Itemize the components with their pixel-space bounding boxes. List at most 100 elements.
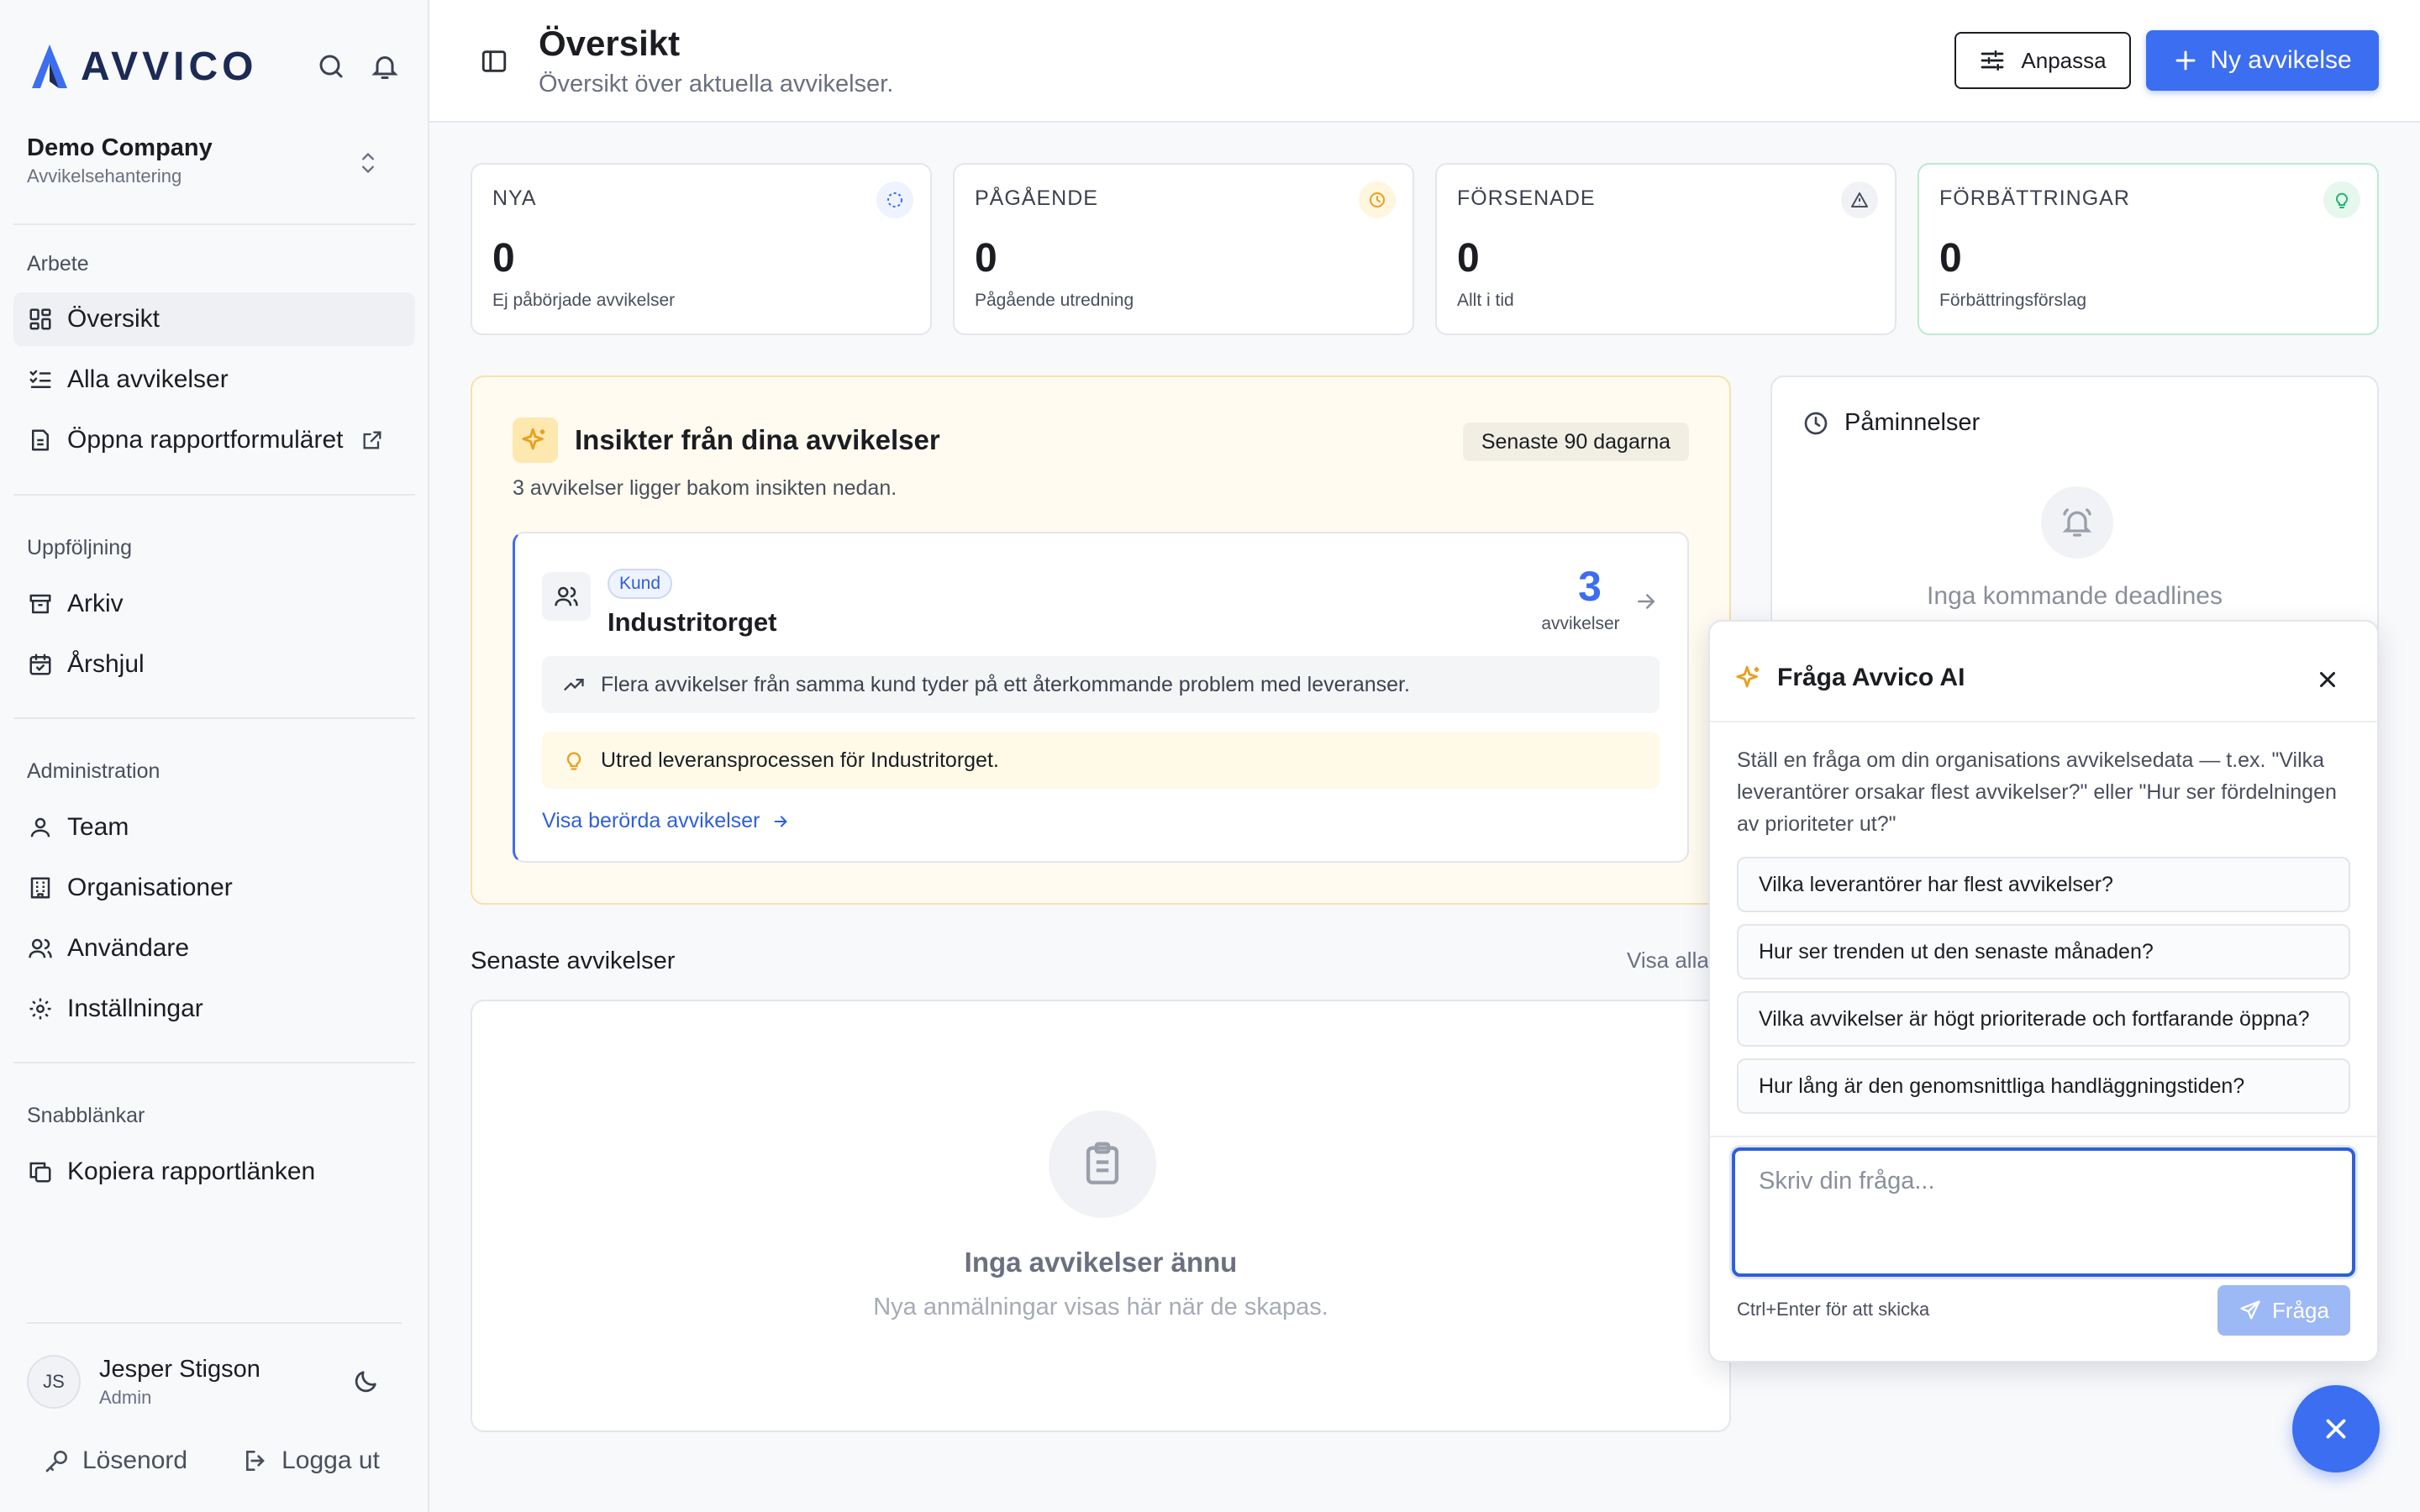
ai-send-label: Fråga: [2272, 1297, 2329, 1323]
nav-item-users[interactable]: Användare: [13, 921, 415, 975]
stat-desc: Pågående utredning: [975, 291, 1134, 310]
nav-label: Inställningar: [67, 995, 203, 1022]
clock-icon: [1802, 410, 1829, 437]
nav-item-archive[interactable]: Arkiv: [13, 577, 415, 631]
clipboard-icon: [1049, 1110, 1156, 1218]
ai-divider: [1710, 1136, 2377, 1137]
nav-label: Alla avvikelser: [67, 365, 229, 393]
insight-count-label: avvikelser: [1541, 614, 1620, 633]
section-label-work: Arbete: [27, 252, 89, 276]
view-all-link[interactable]: Visa alla: [1627, 948, 1709, 974]
sparkles-icon: [513, 417, 558, 463]
ai-suggestion[interactable]: Hur ser trenden ut den senaste månaden?: [1737, 924, 2350, 979]
recent-empty-title: Inga avvikelser ännu: [964, 1247, 1238, 1278]
sparkles-icon: [1735, 664, 1764, 692]
sidebar-toggle-icon[interactable]: [480, 47, 508, 76]
logout-icon: [243, 1447, 270, 1474]
dashboard-icon: [27, 306, 54, 333]
company-switcher[interactable]: Demo Company Avvikelsehantering: [27, 134, 380, 195]
page-title: Översikt: [539, 24, 681, 63]
nav-label: Organisationer: [67, 874, 233, 901]
recent-empty-subtitle: Nya anmälningar visas här när de skapas.: [873, 1294, 1328, 1320]
nav-item-organisations[interactable]: Organisationer: [13, 861, 415, 915]
ai-suggestion[interactable]: Vilka leverantörer har flest avvikelser?: [1737, 857, 2350, 912]
send-icon: [2238, 1299, 2262, 1322]
logo-row: AVVICO: [30, 37, 400, 96]
user-role: Admin: [99, 1386, 152, 1408]
password-link[interactable]: Lösenord: [44, 1446, 187, 1475]
sidebar-divider: [13, 223, 415, 225]
ai-divider: [1710, 721, 2377, 722]
nav-label: Användare: [67, 934, 190, 962]
stat-card-delayed[interactable]: FÖRSENADE 0 Allt i tid: [1435, 163, 1897, 335]
insights-period-badge: Senaste 90 dagarna: [1462, 423, 1689, 461]
section-label-admin: Administration: [27, 759, 160, 783]
trending-up-icon: [562, 673, 586, 696]
ai-toggle-fab[interactable]: [2292, 1385, 2380, 1473]
user-profile[interactable]: JS Jesper Stigson Admin: [27, 1348, 397, 1415]
avatar: JS: [27, 1355, 81, 1409]
nav-label: Öppna rapportformuläret: [67, 426, 344, 454]
nav-item-year-wheel[interactable]: Årshjul: [13, 638, 415, 691]
nav-item-report-form[interactable]: Öppna rapportformuläret: [13, 413, 415, 467]
view-affected-link[interactable]: Visa berörda avvikelser: [542, 809, 790, 833]
ai-send-button[interactable]: Fråga: [2217, 1285, 2350, 1336]
ai-question-input[interactable]: [1732, 1147, 2355, 1277]
page-subtitle: Översikt över aktuella avvikelser.: [539, 71, 894, 97]
stat-label: NYA: [492, 186, 537, 210]
ai-suggestion[interactable]: Hur lång är den genomsnittliga handläggn…: [1737, 1058, 2350, 1114]
search-icon[interactable]: [316, 51, 346, 81]
new-deviation-button[interactable]: Ny avvikelse: [2146, 30, 2379, 91]
logout-link[interactable]: Logga ut: [243, 1446, 380, 1475]
stat-desc: Förbättringsförslag: [1939, 291, 2087, 310]
company-name: Demo Company: [27, 134, 213, 161]
insight-tag: Kund: [608, 569, 673, 599]
warning-icon: [1841, 181, 1878, 218]
bell-ring-icon: [2041, 486, 2113, 559]
stat-value: 0: [492, 236, 515, 281]
nav-label: Kopiera rapportlänken: [67, 1158, 316, 1185]
user-icon: [27, 814, 54, 841]
loader-icon: [876, 181, 913, 218]
chevron-up-down-icon: [356, 148, 380, 178]
section-label-followup: Uppföljning: [27, 536, 133, 559]
arrow-right-icon: [771, 812, 790, 831]
nav-item-overview[interactable]: Översikt: [13, 292, 415, 346]
sidebar-divider: [13, 1062, 415, 1063]
stat-desc: Allt i tid: [1457, 291, 1514, 310]
close-icon: [2320, 1413, 2352, 1445]
sidebar-divider: [13, 494, 415, 496]
stat-card-ongoing[interactable]: PÅGÅENDE 0 Pågående utredning: [953, 163, 1414, 335]
key-icon: [44, 1447, 71, 1474]
nav-item-team[interactable]: Team: [13, 801, 415, 854]
logo-text: AVVICO: [81, 44, 258, 89]
insight-card[interactable]: Kund Industritorget 3 avvikelser Flera a…: [513, 532, 1689, 863]
insight-observation: Flera avvikelser från samma kund tyder p…: [542, 656, 1660, 713]
bell-icon[interactable]: [370, 51, 400, 81]
ai-suggestion[interactable]: Vilka avvikelser är högt prioriterade oc…: [1737, 991, 2350, 1047]
customize-button[interactable]: Anpassa: [1954, 32, 2131, 89]
stat-card-new[interactable]: NYA 0 Ej påbörjade avvikelser: [471, 163, 932, 335]
close-icon[interactable]: [2315, 667, 2340, 692]
calendar-check-icon: [27, 651, 54, 678]
customize-label: Anpassa: [2021, 47, 2107, 73]
nav-label: Team: [67, 813, 129, 841]
nav-item-all[interactable]: Alla avvikelser: [13, 353, 415, 407]
arrow-right-icon[interactable]: [1634, 589, 1659, 614]
new-deviation-label: Ny avvikelse: [2210, 46, 2352, 74]
stat-label: PÅGÅENDE: [975, 186, 1098, 210]
page-header: Översikt Översikt över aktuella avvikels…: [429, 0, 2420, 123]
external-link-icon: [359, 427, 386, 454]
stat-label: FÖRSENADE: [1457, 186, 1596, 210]
sidebar-divider: [13, 717, 415, 719]
moon-icon[interactable]: [351, 1368, 380, 1396]
nav-item-copy-link[interactable]: Kopiera rapportlänken: [13, 1145, 415, 1199]
clock-icon: [1359, 181, 1396, 218]
nav-item-settings[interactable]: Inställningar: [13, 982, 415, 1036]
insight-action: Utred leveransprocessen för Industritorg…: [542, 732, 1660, 789]
recent-deviations-panel: Inga avvikelser ännu Nya anmälningar vis…: [471, 1000, 1731, 1432]
view-affected-label: Visa berörda avvikelser: [542, 809, 760, 832]
stat-card-improvements[interactable]: FÖRBÄTTRINGAR 0 Förbättringsförslag: [1918, 163, 2379, 335]
insights-title: Insikter från dina avvikelser: [575, 424, 940, 455]
reminders-empty: Inga kommande deadlines: [1927, 582, 2223, 610]
